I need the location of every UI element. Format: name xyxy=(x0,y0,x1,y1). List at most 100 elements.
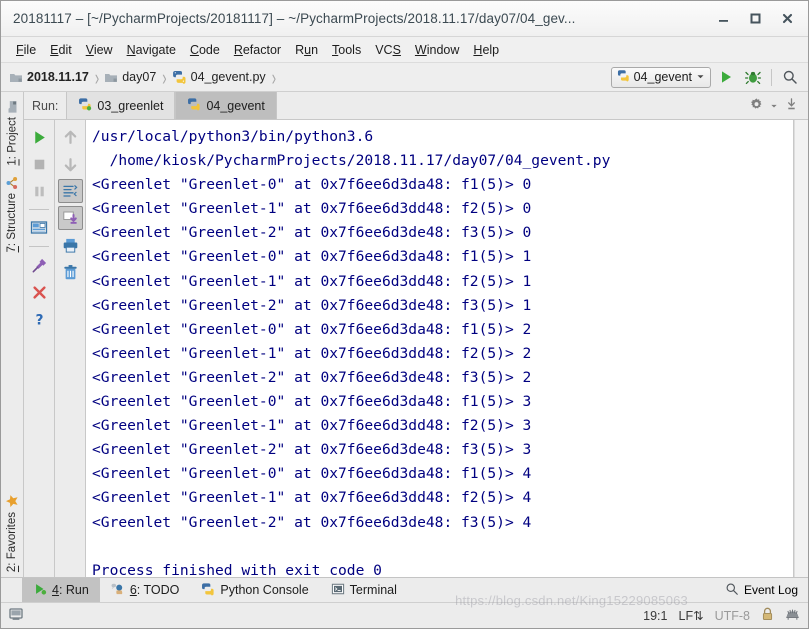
scroll-up-icon xyxy=(58,125,83,149)
menu-view[interactable]: View xyxy=(79,41,120,59)
bottom-tool-bar: 4: Run 6: TODO Python Console Terminal E… xyxy=(1,577,808,602)
terminal-icon xyxy=(331,582,345,599)
print-icon[interactable] xyxy=(58,233,83,257)
menu-window[interactable]: Window xyxy=(408,41,466,59)
menu-refactor[interactable]: Refactor xyxy=(227,41,288,59)
hide-window-icon[interactable] xyxy=(784,97,799,115)
window-title: 20181117 – [~/PycharmProjects/20181117] … xyxy=(13,11,576,26)
chevron-down-icon[interactable] xyxy=(770,99,778,113)
svg-text:?: ? xyxy=(35,312,43,328)
caret-position[interactable]: 19:1 xyxy=(643,609,667,623)
close-icon[interactable] xyxy=(772,6,802,32)
breadcrumb-label: day07 xyxy=(122,70,157,84)
menu-run[interactable]: Run xyxy=(288,41,325,59)
sidebar-item-favorites[interactable]: 2: Favorites xyxy=(5,489,19,577)
search-icon[interactable] xyxy=(778,66,802,88)
console-line: <Greenlet "Greenlet-0" at 0x7f6ee6d3da48… xyxy=(92,465,532,483)
search-icon xyxy=(725,582,739,599)
status-bar: https://blog.csdn.net/King15229085063 19… xyxy=(1,593,808,628)
help-icon[interactable]: ? xyxy=(27,307,52,331)
python-icon xyxy=(201,582,215,599)
breadcrumb-label: 2018.11.17 xyxy=(27,70,89,84)
left-tool-stripe: 1: Project 7: Structure 2: Favorites xyxy=(1,92,24,577)
todo-icon xyxy=(111,582,125,599)
python-icon xyxy=(617,69,630,85)
memory-indicator-icon[interactable] xyxy=(8,606,24,625)
status-indicators: 19:1 LF⇅ UTF-8 xyxy=(643,607,800,624)
sidebar-item-structure[interactable]: 7: Structure xyxy=(5,171,19,257)
bottom-tab-label: Python Console xyxy=(220,583,309,597)
bottom-tab-terminal[interactable]: Terminal xyxy=(320,578,408,602)
python-run-icon xyxy=(187,97,201,114)
run-tab-label: 03_greenlet xyxy=(97,98,164,113)
pin-tab-icon[interactable] xyxy=(27,253,52,277)
menu-edit[interactable]: Edit xyxy=(43,41,79,59)
folder-icon xyxy=(104,71,118,84)
folder-icon xyxy=(9,71,23,84)
console-line: <Greenlet "Greenlet-0" at 0x7f6ee6d3da48… xyxy=(92,393,532,411)
bottom-tab-label: 4: Run xyxy=(52,583,89,597)
navbar-actions: 04_gevent xyxy=(610,66,808,88)
console-output[interactable]: /usr/local/python3/bin/python3.6 /home/k… xyxy=(86,120,794,577)
run-icon[interactable] xyxy=(714,66,738,88)
bottom-tab-label: 6: TODO xyxy=(129,583,180,597)
breadcrumb-label: 04_gevent.py xyxy=(190,70,266,84)
tool-window-label: 2: Favorites xyxy=(6,511,18,572)
encoding[interactable]: UTF-8 xyxy=(715,609,750,623)
chevron-down-icon[interactable] xyxy=(696,70,705,84)
event-log-label[interactable]: Event Log xyxy=(744,583,798,597)
maximize-icon[interactable] xyxy=(740,6,770,32)
menu-navigate[interactable]: Navigate xyxy=(120,41,183,59)
console-line: <Greenlet "Greenlet-2" at 0x7f6ee6d3de48… xyxy=(92,441,532,459)
run-actions-toolbar: ? xyxy=(24,120,55,577)
stop-icon xyxy=(27,152,52,176)
pause-icon xyxy=(27,179,52,203)
close-icon[interactable] xyxy=(27,280,52,304)
menu-vcs[interactable]: VCS xyxy=(368,41,408,59)
sidebar-item-project[interactable]: 1: Project xyxy=(6,96,19,171)
console-line: <Greenlet "Greenlet-1" at 0x7f6ee6d3dd48… xyxy=(92,417,532,435)
soft-wrap-icon[interactable] xyxy=(57,179,83,203)
breadcrumb-file-gevent[interactable]: 04_gevent.py xyxy=(172,63,268,91)
menu-code[interactable]: Code xyxy=(183,41,227,59)
breadcrumb-folder-day07[interactable]: day07 xyxy=(104,63,158,91)
console-scrollbar[interactable] xyxy=(794,120,808,577)
console-line: /home/kiosk/PycharmProjects/2018.11.17/d… xyxy=(92,152,611,170)
bottom-tab-python-console[interactable]: Python Console xyxy=(190,578,319,602)
tool-window-label: 1: Project xyxy=(6,117,18,166)
console-line: <Greenlet "Greenlet-1" at 0x7f6ee6d3dd48… xyxy=(92,489,532,507)
title-bar: 20181117 – [~/PycharmProjects/20181117] … xyxy=(1,1,808,37)
minimize-icon[interactable] xyxy=(708,6,738,32)
toolbar-divider xyxy=(29,246,49,247)
window-controls xyxy=(708,6,802,32)
breadcrumb-project[interactable]: 2018.11.17 xyxy=(9,63,91,91)
run-tab-04-gevent[interactable]: 04_gevent xyxy=(175,92,277,119)
menu-tools[interactable]: Tools xyxy=(325,41,368,59)
clear-all-icon[interactable] xyxy=(58,260,83,284)
run-tab-03-greenlet[interactable]: 03_greenlet xyxy=(66,92,176,119)
tool-window-label: 7: Structure xyxy=(6,192,18,253)
restore-layout-icon[interactable] xyxy=(27,216,52,240)
line-separator[interactable]: LF⇅ xyxy=(679,608,704,623)
lock-icon[interactable] xyxy=(761,607,774,624)
bottom-tab-run[interactable]: 4: Run xyxy=(22,578,100,602)
run-configuration-selector[interactable]: 04_gevent xyxy=(610,66,711,88)
run-tab-label: 04_gevent xyxy=(206,98,265,113)
scroll-to-end-icon[interactable] xyxy=(57,206,83,230)
event-log-area: Event Log xyxy=(725,578,808,602)
rerun-icon[interactable] xyxy=(27,125,52,149)
gear-icon[interactable] xyxy=(749,97,764,115)
console-line: <Greenlet "Greenlet-1" at 0x7f6ee6d3dd48… xyxy=(92,344,532,362)
run-icon xyxy=(33,582,47,599)
menu-help[interactable]: Help xyxy=(466,41,506,59)
hedgehog-icon[interactable] xyxy=(785,607,800,624)
debug-bug-icon[interactable] xyxy=(741,66,765,88)
project-folder-icon xyxy=(6,101,18,114)
updown-arrow-icon: ⇅ xyxy=(693,609,704,623)
bottom-tab-label: Terminal xyxy=(349,583,397,597)
structure-icon xyxy=(6,175,19,189)
bottom-tab-todo[interactable]: 6: TODO xyxy=(100,578,191,602)
menu-file[interactable]: File xyxy=(9,41,43,59)
python-file-icon xyxy=(172,70,187,84)
